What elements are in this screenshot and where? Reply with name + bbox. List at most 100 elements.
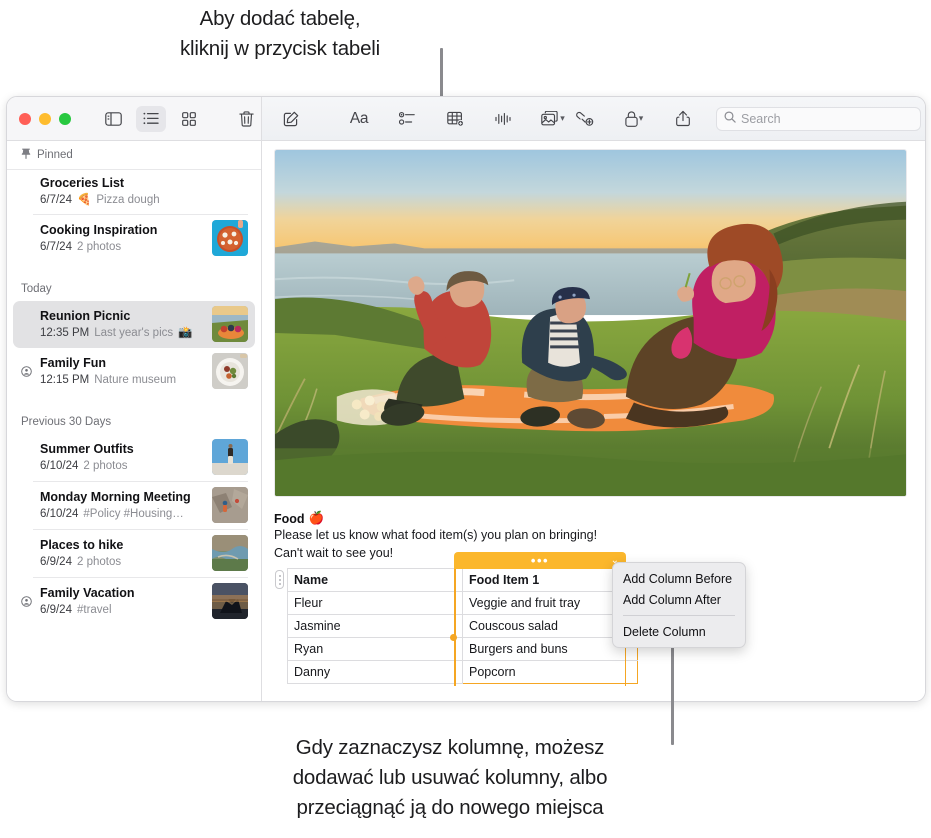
table-cell-name[interactable]: Jasmine: [288, 615, 463, 638]
table-cell-name[interactable]: Fleur: [288, 592, 463, 615]
insert-media-button[interactable]: ▾: [536, 106, 570, 132]
sidebar-note-reunion-picnic[interactable]: Reunion Picnic 12:35 PM Last year's pics…: [13, 301, 255, 348]
note-preview: #travel: [77, 602, 112, 618]
table-cell-name[interactable]: Danny: [288, 661, 463, 684]
note-meta: 6/10/24 #Policy #Housing…: [40, 506, 205, 522]
note-hero-image: [274, 149, 907, 497]
lock-small-icon: [20, 596, 33, 607]
note-preview: 2 photos: [77, 239, 121, 255]
add-link-button[interactable]: [570, 106, 600, 132]
column-selection-left-border: [454, 569, 456, 686]
format-text-button[interactable]: Aa: [344, 106, 374, 132]
sidebar-note-cooking-inspiration[interactable]: Cooking Inspiration 6/7/24 2 photos: [13, 215, 255, 262]
table-cell-food[interactable]: Popcorn: [463, 661, 638, 684]
note-title: Summer Outfits: [40, 441, 205, 457]
note-preview: 2 photos: [77, 554, 121, 570]
note-meta: 12:35 PM Last year's pics 📸: [40, 325, 205, 341]
sidebar-section-today: Today: [7, 276, 261, 301]
sidebar-section-label: Pinned: [37, 149, 73, 161]
note-heading-text: Food: [274, 512, 305, 526]
sidebar-toggle-button[interactable]: [99, 106, 129, 132]
menu-divider: [623, 615, 735, 616]
table-header-row: Name Food Item 1: [288, 569, 638, 592]
aa-icon: Aa: [350, 110, 368, 128]
zoom-window-button[interactable]: [59, 113, 71, 125]
apple-emoji: 🍎: [309, 511, 325, 526]
insert-table-button[interactable]: [440, 106, 470, 132]
table-cell-name[interactable]: Ryan: [288, 638, 463, 661]
sidebar-note-summer-outfits[interactable]: Summer Outfits 6/10/24 2 photos: [13, 434, 255, 481]
close-window-button[interactable]: [19, 113, 31, 125]
sidebar-section-label: Today: [21, 283, 52, 295]
note-emoji: 📸: [178, 325, 192, 341]
sidebar-note-places-to-hike[interactable]: Places to hike 6/9/24 2 photos: [13, 530, 255, 577]
checklist-button[interactable]: [392, 106, 422, 132]
sidebar-note-family-vacation[interactable]: Family Vacation 6/9/24 #travel: [13, 578, 255, 625]
table-row: Fleur Veggie and fruit tray: [288, 592, 638, 615]
note-editor[interactable]: Food 🍎 Please let us know what food item…: [262, 141, 925, 701]
food-table[interactable]: Name Food Item 1 Fleur Veggie and fruit …: [287, 568, 638, 684]
lock-icon: [625, 111, 638, 127]
sidebar-note-family-fun[interactable]: Family Fun 12:15 PM Nature museum: [13, 348, 255, 395]
gallery-view-button[interactable]: [174, 106, 204, 132]
note-text-block: Cooking Inspiration 6/7/24 2 photos: [40, 222, 205, 255]
column-context-menu[interactable]: Add Column Before Add Column After Delet…: [612, 562, 746, 648]
chevron-down-icon: ▾: [560, 113, 565, 124]
toolbar-sidebar-section: [7, 97, 262, 140]
menu-item-delete-column[interactable]: Delete Column: [613, 621, 745, 642]
list-icon: [143, 112, 159, 125]
share-icon: [676, 110, 690, 127]
note-preview: Last year's pics: [94, 325, 173, 341]
notes-app-window: Aa: [6, 96, 926, 702]
callout-bottom-text: Gdy zaznaczysz kolumnę, możesz dodawać l…: [180, 733, 720, 823]
column-drag-dot-handle[interactable]: [450, 634, 457, 641]
note-thumbnail: [212, 306, 248, 342]
callout-top-text: Aby dodać tabelę, kliknij w przycisk tab…: [115, 4, 445, 64]
note-meta: 6/7/24 🍕 Pizza dough: [40, 192, 248, 208]
minimize-window-button[interactable]: [39, 113, 51, 125]
note-date: 12:35 PM: [40, 325, 89, 341]
note-title: Family Vacation: [40, 585, 205, 601]
window-controls: [19, 113, 71, 125]
compose-note-button[interactable]: [276, 106, 306, 132]
sidebar-note-groceries-list[interactable]: Groceries List 6/7/24 🍕 Pizza dough: [13, 170, 255, 214]
audio-recording-button[interactable]: [488, 106, 518, 132]
table-icon: [447, 111, 464, 127]
table-header-cell-name[interactable]: Name: [288, 569, 463, 592]
note-thumbnail: [212, 439, 248, 475]
note-date: 12:15 PM: [40, 372, 89, 388]
note-date: 6/10/24: [40, 458, 78, 474]
sidebar-note-monday-morning-meeting[interactable]: Monday Morning Meeting 6/10/24 #Policy #…: [13, 482, 255, 529]
share-note-button[interactable]: [668, 106, 698, 132]
note-text-block: Monday Morning Meeting 6/10/24 #Policy #…: [40, 489, 205, 522]
toolbar: Aa: [7, 97, 925, 141]
note-meta: 6/9/24 2 photos: [40, 554, 205, 570]
checklist-icon: [399, 112, 415, 125]
notes-sidebar[interactable]: Pinned Groceries List 6/7/24 🍕 Pizza dou…: [7, 141, 262, 701]
menu-item-add-column-before[interactable]: Add Column Before: [613, 568, 745, 589]
sidebar-section-pinned: Pinned: [7, 141, 261, 170]
note-section-heading: Food 🍎: [274, 511, 913, 526]
note-text-block: Family Vacation 6/9/24 #travel: [40, 585, 205, 618]
note-preview: 2 photos: [83, 458, 127, 474]
toolbar-editor-section: Aa: [262, 97, 926, 140]
note-title: Groceries List: [40, 175, 248, 191]
sidebar-icon: [105, 112, 122, 126]
note-date: 6/7/24: [40, 239, 72, 255]
column-selection-handle[interactable]: ••• ⌄: [454, 552, 626, 569]
note-thumbnail: [212, 220, 248, 256]
note-text-block: Family Fun 12:15 PM Nature museum: [40, 355, 205, 388]
search-icon: [724, 111, 736, 126]
note-date: 6/9/24: [40, 602, 72, 618]
lock-small-icon: [20, 366, 33, 377]
callout-bottom-leader-line: [671, 638, 674, 745]
media-icon: [541, 111, 559, 126]
menu-item-add-column-after[interactable]: Add Column After: [613, 589, 745, 610]
delete-note-button[interactable]: [231, 106, 261, 132]
search-input[interactable]: Search: [716, 107, 921, 131]
list-view-button[interactable]: [136, 106, 166, 132]
lock-note-button[interactable]: ▾: [618, 106, 650, 132]
note-date: 6/10/24: [40, 506, 78, 522]
row-drag-handle[interactable]: [275, 570, 284, 589]
note-table-container: ••• ⌄ Name Food Item 1 Fleur Veggie and …: [274, 568, 913, 684]
